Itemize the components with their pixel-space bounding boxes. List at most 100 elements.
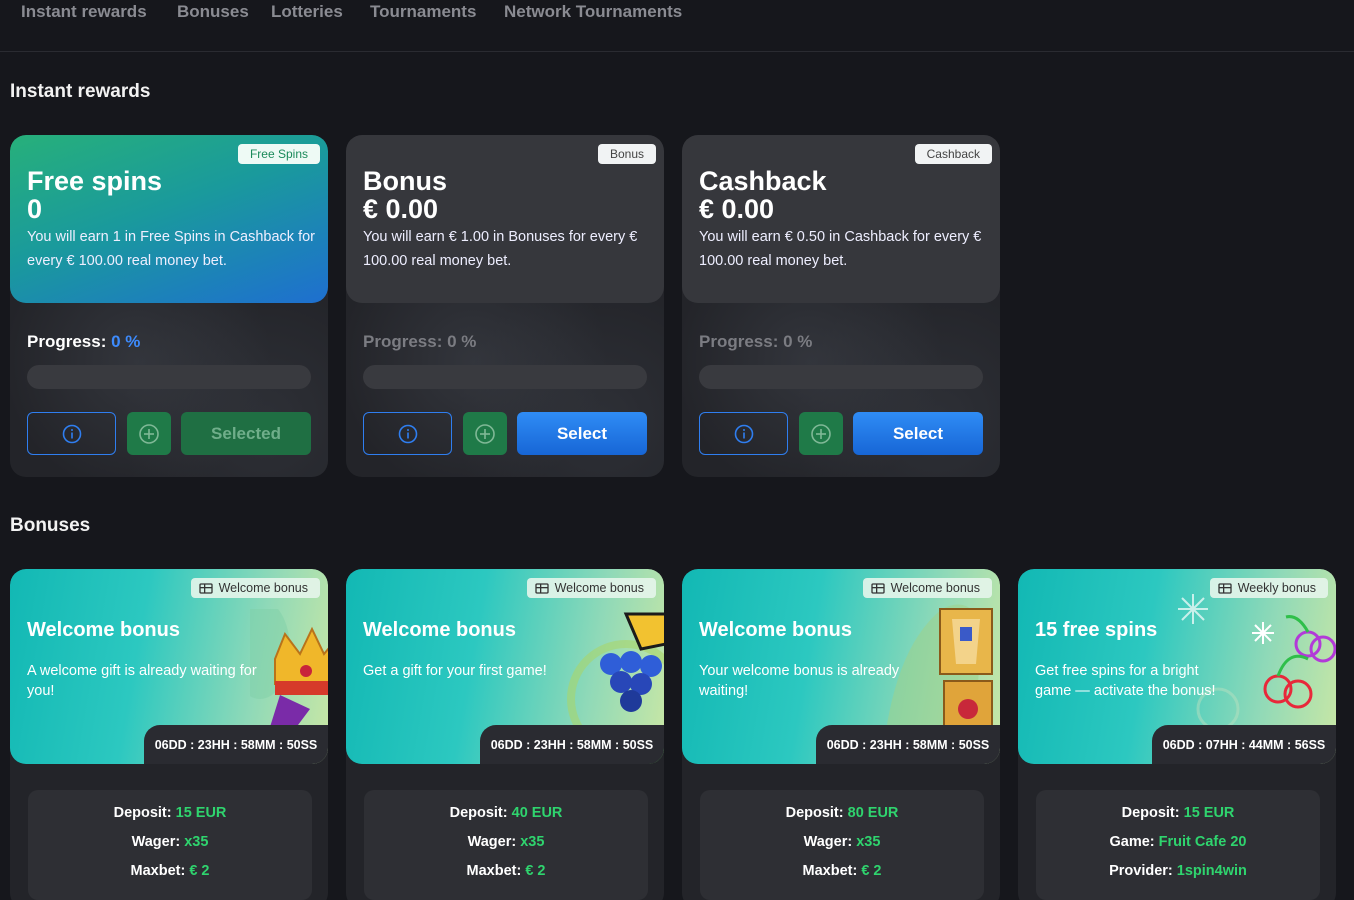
reward-card-cashback: Cashback Cashback € 0.00 You will earn €… <box>682 135 1000 477</box>
progress-label-text: Progress: <box>27 332 107 351</box>
bonus-card-banner: Weekly bonus 15 free spins Get free spin… <box>1018 569 1336 764</box>
plus-circle-icon <box>139 423 159 444</box>
term-value: € 2 <box>861 863 882 879</box>
bonus-terms: Deposit: 40 EUR Wager: x35 Maxbet: € 2 <box>364 790 648 900</box>
term-deposit: Deposit: 15 EUR <box>28 805 312 821</box>
instant-rewards-heading: Instant rewards <box>10 81 151 102</box>
bonus-card[interactable]: Welcome bonus Welcome bonus Your welcome… <box>682 569 1000 900</box>
term-wager: Wager: x35 <box>700 834 984 850</box>
term-label: Provider: <box>1109 863 1173 879</box>
plus-circle-icon <box>811 423 831 444</box>
bonus-terms: Deposit: 15 EUR Game: Fruit Cafe 20 Prov… <box>1036 790 1320 900</box>
bonus-terms: Deposit: 80 EUR Wager: x35 Maxbet: € 2 <box>700 790 984 900</box>
add-button[interactable] <box>799 412 843 455</box>
select-button[interactable]: Select <box>517 412 647 455</box>
bonus-title: Welcome bonus <box>699 619 852 641</box>
crown-art-icon <box>250 609 328 729</box>
reward-card-bonus: Bonus Bonus € 0.00 You will earn € 1.00 … <box>346 135 664 477</box>
term-label: Maxbet: <box>130 863 186 879</box>
info-icon <box>398 424 417 443</box>
term-label: Deposit: <box>1121 805 1180 821</box>
term-maxbet: Maxbet: € 2 <box>28 863 312 879</box>
bonus-card[interactable]: Welcome bonus Welcome bonus A welcome gi… <box>10 569 328 900</box>
info-button[interactable] <box>27 412 116 455</box>
progress-label-text: Progress: <box>699 332 779 351</box>
reward-title: Cashback € 0.00 <box>699 167 827 223</box>
term-value: € 2 <box>525 863 546 879</box>
info-icon <box>734 424 753 443</box>
term-deposit: Deposit: 80 EUR <box>700 805 984 821</box>
term-value: 15 EUR <box>1183 805 1235 821</box>
bonus-type-badge: Welcome bonus <box>862 578 992 598</box>
progress-label: Progress: 0 % <box>363 332 476 352</box>
reward-amount: € 0.00 <box>363 194 439 224</box>
reward-amount: € 0.00 <box>699 194 775 224</box>
term-value: x35 <box>856 834 881 850</box>
add-button[interactable] <box>463 412 507 455</box>
add-button[interactable] <box>127 412 171 455</box>
bonus-timer: 06DD : 23HH : 58MM : 50SS <box>816 725 1000 764</box>
term-value: 1spin4win <box>1176 863 1247 879</box>
progress-value: 0 % <box>111 332 141 351</box>
info-button[interactable] <box>699 412 788 455</box>
bonus-card[interactable]: Weekly bonus 15 free spins Get free spin… <box>1018 569 1336 900</box>
info-icon <box>62 424 81 443</box>
info-button[interactable] <box>363 412 452 455</box>
reward-card-header: Cashback Cashback € 0.00 You will earn €… <box>682 135 1000 303</box>
tab-bonuses[interactable]: Bonuses <box>177 2 249 22</box>
tab-instant-rewards[interactable]: Instant rewards <box>21 2 147 22</box>
term-wager: Wager: x35 <box>28 834 312 850</box>
bonus-title: Welcome bonus <box>27 619 180 641</box>
reward-type-badge: Cashback <box>914 144 992 164</box>
reward-title-text: Cashback <box>699 166 827 196</box>
gift-card-icon <box>198 583 213 594</box>
tab-network-tournaments[interactable]: Network Tournaments <box>504 2 682 22</box>
term-value: 80 EUR <box>847 805 899 821</box>
term-game: Game: Fruit Cafe 20 <box>1036 834 1320 850</box>
tab-tournaments[interactable]: Tournaments <box>370 2 476 22</box>
reward-description: You will earn 1 in Free Spins in Cashbac… <box>27 229 316 269</box>
term-label: Wager: <box>467 834 517 850</box>
term-value: Fruit Cafe 20 <box>1158 834 1247 850</box>
reward-title: Free spins 0 <box>27 167 162 223</box>
progress-value: 0 % <box>783 332 813 351</box>
term-maxbet: Maxbet: € 2 <box>364 863 648 879</box>
bonus-description: Your welcome bonus is already waiting! <box>699 663 900 699</box>
selected-button[interactable]: Selected <box>181 412 311 455</box>
bonus-type-label: Welcome bonus <box>218 581 308 595</box>
bonus-timer: 06DD : 07HH : 44MM : 56SS <box>1152 725 1336 764</box>
bonus-title: 15 free spins <box>1035 619 1158 641</box>
bonuses-heading: Bonuses <box>10 515 91 536</box>
progress-value: 0 % <box>447 332 477 351</box>
bonus-type-label: Welcome bonus <box>890 581 980 595</box>
bonus-type-label: Weekly bonus <box>1237 581 1316 595</box>
gift-card-icon <box>534 583 549 594</box>
reward-description: You will earn € 0.50 in Cashback for eve… <box>699 229 982 269</box>
term-label: Deposit: <box>113 805 172 821</box>
bonus-terms: Deposit: 15 EUR Wager: x35 Maxbet: € 2 <box>28 790 312 900</box>
reward-description: You will earn € 1.00 in Bonuses for ever… <box>363 229 638 269</box>
progress-bar <box>363 365 647 389</box>
tab-lotteries[interactable]: Lotteries <box>271 2 343 22</box>
reward-title-text: Free spins <box>27 166 163 196</box>
term-value: 15 EUR <box>175 805 227 821</box>
bonus-card[interactable]: Welcome bonus Welcome bonus Get a gift f… <box>346 569 664 900</box>
gift-card-icon <box>870 583 885 594</box>
bonus-description: A welcome gift is already waiting for yo… <box>27 663 257 699</box>
reward-card-header: Bonus Bonus € 0.00 You will earn € 1.00 … <box>346 135 664 303</box>
term-value: x35 <box>520 834 545 850</box>
bonus-type-badge: Weekly bonus <box>1209 578 1328 598</box>
top-navigation: Instant rewards Bonuses Lotteries Tourna… <box>0 0 1354 52</box>
bonus-type-badge: Welcome bonus <box>526 578 656 598</box>
term-label: Maxbet: <box>802 863 858 879</box>
bonus-card-banner: Welcome bonus Welcome bonus Get a gift f… <box>346 569 664 764</box>
bonus-timer: 06DD : 23HH : 58MM : 50SS <box>480 725 664 764</box>
reward-card-header: Free Spins Free spins 0 You will earn 1 … <box>10 135 328 303</box>
bonus-description: Get free spins for a bright game — activ… <box>1035 663 1216 699</box>
term-value: € 2 <box>189 863 210 879</box>
term-label: Maxbet: <box>466 863 522 879</box>
progress-label-text: Progress: <box>363 332 443 351</box>
select-button[interactable]: Select <box>853 412 983 455</box>
bonus-type-badge: Welcome bonus <box>190 578 320 598</box>
bonus-timer: 06DD : 23HH : 58MM : 50SS <box>144 725 328 764</box>
